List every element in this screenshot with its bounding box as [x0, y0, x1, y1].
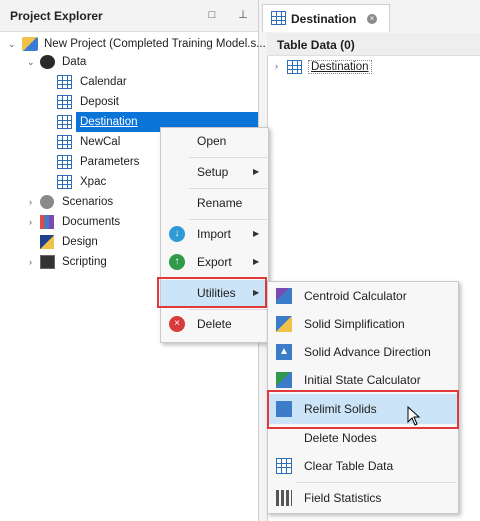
tree-label: Parameters — [80, 156, 140, 168]
tree-label: Design — [62, 236, 98, 248]
clear-table-icon — [276, 458, 292, 474]
table-icon — [57, 95, 72, 109]
tree-label: Deposit — [80, 96, 119, 108]
export-icon: ↑ — [169, 254, 185, 270]
menu-item-centroid-calculator[interactable]: Centroid Calculator — [268, 282, 458, 310]
documents-icon — [40, 215, 54, 229]
chevron-right-icon: ▶ — [253, 229, 260, 238]
menu-separator — [189, 309, 267, 310]
table-icon — [57, 175, 72, 189]
chevron-right-icon: ▶ — [253, 257, 260, 266]
table-icon — [57, 75, 72, 89]
maximize-icon[interactable]: □ — [205, 8, 219, 22]
menu-label: Delete — [197, 317, 232, 331]
menu-item-import[interactable]: ↓ Import ▶ — [161, 221, 268, 247]
import-icon: ↓ — [169, 226, 185, 242]
tree-label: Destination — [80, 116, 138, 128]
chevron-right-icon[interactable]: › — [29, 212, 32, 232]
pin-icon[interactable]: ⊥ — [236, 8, 250, 22]
table-data-title: Table Data (0) — [277, 38, 355, 52]
tree-label: Data — [62, 56, 87, 68]
menu-item-clear-table-data[interactable]: Clear Table Data — [268, 452, 458, 480]
menu-separator — [189, 188, 267, 189]
tree-item-table[interactable]: Deposit — [0, 92, 258, 112]
menu-label: Open — [197, 134, 227, 148]
tree-label: New Project (Completed Training Model.s.… — [44, 38, 266, 50]
project-explorer-title: Project Explorer — [10, 9, 103, 23]
statistics-icon — [276, 490, 292, 506]
chevron-down-icon[interactable]: ⌄ — [8, 34, 16, 54]
menu-label: Clear Table Data — [304, 459, 394, 473]
menu-item-setup[interactable]: Setup ▶ — [161, 159, 268, 185]
table-icon — [271, 11, 286, 25]
close-icon[interactable]: × — [367, 14, 377, 24]
menu-item-open[interactable]: Open — [161, 128, 268, 154]
menu-label: Export — [197, 255, 232, 269]
tree-label: Documents — [62, 216, 121, 228]
menu-item-rename[interactable]: Rename — [161, 190, 268, 216]
scripting-icon — [40, 255, 55, 269]
chevron-right-icon[interactable]: › — [29, 192, 32, 212]
utilities-callout — [157, 277, 267, 308]
menu-item-solid-simplification[interactable]: Solid Simplification — [268, 310, 458, 338]
menu-label: Centroid Calculator — [304, 289, 407, 303]
tree-item-project[interactable]: ⌄ New Project (Completed Training Model.… — [0, 34, 266, 54]
tree-item-data[interactable]: ⌄ Data — [0, 52, 258, 72]
menu-item-delete[interactable]: × Delete — [161, 311, 268, 337]
database-icon — [40, 55, 55, 69]
tree-label: Xpac — [80, 176, 107, 188]
menu-label: Solid Advance Direction — [304, 345, 431, 359]
table-icon — [57, 115, 72, 129]
menu-item-export[interactable]: ↑ Export ▶ — [161, 249, 268, 275]
menu-label: Setup — [197, 165, 229, 179]
tree-item-table[interactable]: Calendar — [0, 72, 258, 92]
initial-state-icon — [276, 372, 292, 388]
relimit-callout — [267, 390, 459, 429]
arrow-up-icon: ▲ — [276, 344, 292, 360]
project-icon — [22, 37, 38, 51]
tree-label: Calendar — [80, 76, 127, 88]
menu-label: Field Statistics — [304, 491, 382, 505]
chevron-right-icon[interactable]: › — [275, 61, 278, 71]
menu-label: Rename — [197, 196, 243, 210]
chevron-down-icon[interactable]: ⌄ — [27, 52, 35, 72]
table-row-destination[interactable]: Destination — [308, 60, 372, 74]
context-menu: Open Setup ▶ Rename ↓ Import ▶ ↑ Export … — [160, 127, 269, 343]
chevron-right-icon: ▶ — [253, 167, 260, 176]
tree-label: Scenarios — [62, 196, 114, 208]
scenarios-icon — [40, 195, 54, 209]
table-icon — [287, 60, 302, 74]
tab-destination[interactable]: Destination × — [262, 4, 390, 32]
tree-label: NewCal — [80, 136, 121, 148]
menu-separator — [296, 482, 456, 483]
menu-separator — [189, 219, 267, 220]
menu-item-field-statistics[interactable]: Field Statistics — [268, 484, 458, 512]
design-icon — [40, 235, 54, 249]
menu-label: Import — [197, 227, 232, 241]
tree-label: Scripting — [62, 256, 107, 268]
cursor-icon — [407, 406, 421, 426]
delete-icon: × — [169, 316, 185, 332]
tab-label: Destination — [291, 12, 357, 26]
menu-item-solid-advance-direction[interactable]: ▲ Solid Advance Direction — [268, 338, 458, 366]
table-icon — [57, 155, 72, 169]
simplify-icon — [276, 316, 292, 332]
centroid-icon — [276, 288, 292, 304]
table-icon — [57, 135, 72, 149]
menu-label: Solid Simplification — [304, 317, 405, 331]
chevron-right-icon[interactable]: › — [29, 252, 32, 272]
menu-separator — [189, 157, 267, 158]
